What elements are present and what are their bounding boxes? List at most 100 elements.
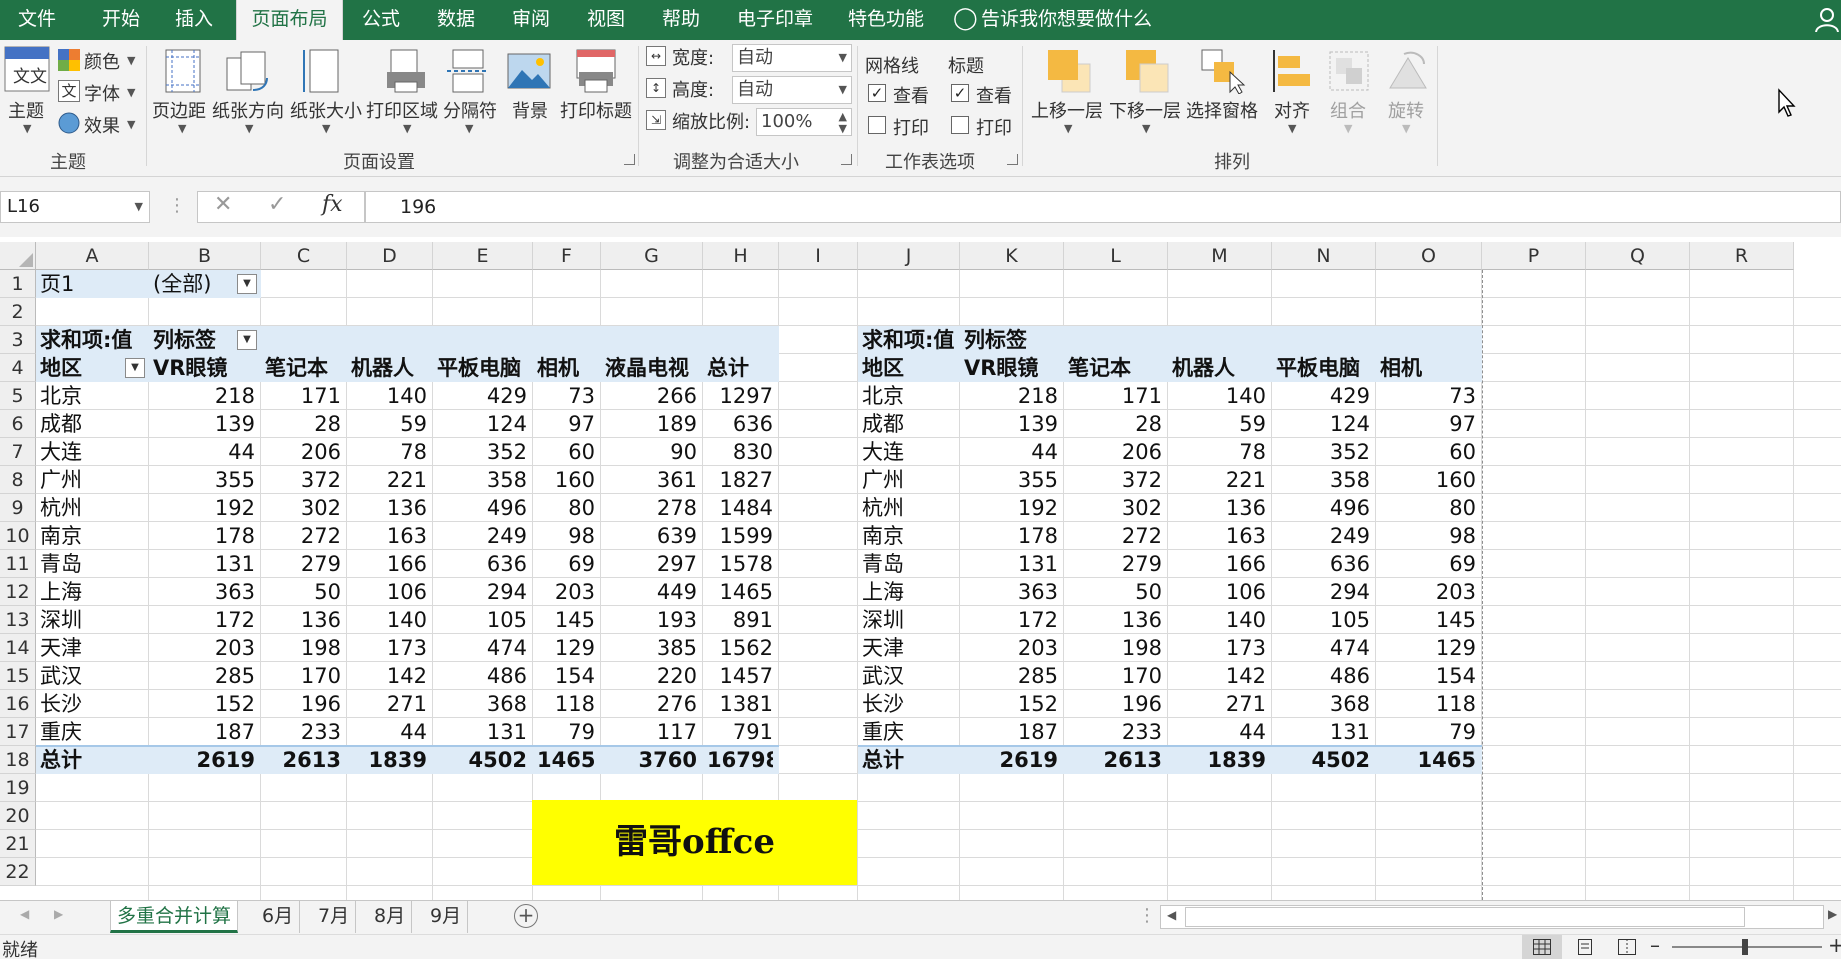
- headings-print-checkbox[interactable]: [951, 116, 969, 134]
- pivot2-value-cell[interactable]: 139: [964, 410, 1058, 438]
- pivot1-value-cell[interactable]: 496: [437, 494, 527, 522]
- pivot2-value-cell[interactable]: 218: [964, 382, 1058, 410]
- row-header-15[interactable]: 15: [0, 662, 36, 690]
- pivot1-region-cell[interactable]: 杭州: [40, 494, 143, 522]
- pivot1-value-cell[interactable]: 279: [265, 550, 341, 578]
- pivot1-value-cell[interactable]: 1484: [707, 494, 773, 522]
- pivot2-value-cell[interactable]: 363: [964, 578, 1058, 606]
- pivot1-total-cell[interactable]: 16798: [707, 746, 773, 774]
- pivot1-value-cell[interactable]: 278: [605, 494, 697, 522]
- pivot2-value-cell[interactable]: 355: [964, 466, 1058, 494]
- pivot2-value-cell[interactable]: 358: [1276, 466, 1370, 494]
- row-header-4[interactable]: 4: [0, 354, 36, 382]
- pivot1-value-cell[interactable]: 178: [153, 522, 255, 550]
- pivot1-value-cell[interactable]: 124: [437, 410, 527, 438]
- name-box[interactable]: L16 ▼: [0, 191, 150, 223]
- row-header-14[interactable]: 14: [0, 634, 36, 662]
- print-area-button[interactable]: 打印区域: [366, 97, 438, 123]
- normal-view-button[interactable]: [1522, 935, 1562, 959]
- pivot2-total-cell[interactable]: 1839: [1172, 746, 1266, 774]
- pivot2-region-cell[interactable]: 天津: [862, 634, 954, 662]
- column-header-i[interactable]: I: [779, 242, 858, 270]
- pivot1-value-cell[interactable]: 44: [351, 718, 427, 746]
- pivot1-region-cell[interactable]: 长沙: [40, 690, 143, 718]
- pivot1-value-cell[interactable]: 78: [351, 438, 427, 466]
- pivot1-value-cell[interactable]: 69: [537, 550, 595, 578]
- pivot1-value-cell[interactable]: 60: [537, 438, 595, 466]
- breaks-button[interactable]: 分隔符: [443, 97, 497, 123]
- pivot2-value-cell[interactable]: 272: [1068, 522, 1162, 550]
- pivot1-column-header[interactable]: 总计: [707, 354, 773, 382]
- pivot1-value-cell[interactable]: 271: [351, 690, 427, 718]
- pivot2-total-cell[interactable]: 2613: [1068, 746, 1162, 774]
- tab-insert[interactable]: 插入: [175, 0, 213, 40]
- pivot1-value-cell[interactable]: 136: [265, 606, 341, 634]
- row-header-6[interactable]: 6: [0, 410, 36, 438]
- pivot2-value-cell[interactable]: 206: [1068, 438, 1162, 466]
- tab-help[interactable]: 帮助: [662, 0, 700, 40]
- pivot1-value-cell[interactable]: 266: [605, 382, 697, 410]
- pivot2-region-cell[interactable]: 青岛: [862, 550, 954, 578]
- zoom-out-icon[interactable]: –: [1650, 933, 1660, 957]
- pivot2-column-header[interactable]: 相机: [1380, 354, 1476, 382]
- pivot1-column-header[interactable]: 液晶电视: [605, 354, 697, 382]
- tab-page-layout[interactable]: 页面布局: [236, 0, 343, 40]
- tab-data[interactable]: 数据: [437, 0, 475, 40]
- pivot2-value-cell[interactable]: 279: [1068, 550, 1162, 578]
- pivot2-region-cell[interactable]: 南京: [862, 522, 954, 550]
- pivot2-value-cell[interactable]: 78: [1172, 438, 1266, 466]
- pivot2-value-cell[interactable]: 140: [1172, 382, 1266, 410]
- insert-function-icon[interactable]: fx: [322, 192, 343, 217]
- pivot1-value-cell[interactable]: 139: [153, 410, 255, 438]
- pivot1-value-cell[interactable]: 206: [265, 438, 341, 466]
- row-header-10[interactable]: 10: [0, 522, 36, 550]
- pivot1-value-cell[interactable]: 1599: [707, 522, 773, 550]
- gridlines-print-checkbox[interactable]: [868, 116, 886, 134]
- column-header-r[interactable]: R: [1690, 242, 1794, 270]
- column-header-n[interactable]: N: [1272, 242, 1376, 270]
- pivot2-column-labels[interactable]: 列标签: [964, 326, 1058, 354]
- effects-button[interactable]: 效果: [84, 112, 120, 138]
- pivot2-total-cell[interactable]: 2619: [964, 746, 1058, 774]
- column-header-h[interactable]: H: [703, 242, 779, 270]
- pivot1-value-cell[interactable]: 385: [605, 634, 697, 662]
- pivot1-value-cell[interactable]: 28: [265, 410, 341, 438]
- sheet-tab-multi-consolidate[interactable]: 多重合并计算: [110, 901, 239, 933]
- tell-me-search[interactable]: 告诉我你想要做什么: [981, 0, 1152, 40]
- row-header-2[interactable]: 2: [0, 298, 36, 326]
- pivot1-value-cell[interactable]: 79: [537, 718, 595, 746]
- pivot1-total-cell[interactable]: 3760: [605, 746, 697, 774]
- scroll-left-arrow-icon[interactable]: ◀: [1167, 908, 1176, 922]
- pivot1-value-cell[interactable]: 891: [707, 606, 773, 634]
- scroll-right-arrow-icon[interactable]: ▶: [1828, 907, 1837, 921]
- column-header-p[interactable]: P: [1482, 242, 1586, 270]
- pivot2-region-cell[interactable]: 长沙: [862, 690, 954, 718]
- pivot1-value-cell[interactable]: 98: [537, 522, 595, 550]
- pivot1-column-filter-icon[interactable]: ▼: [237, 330, 257, 350]
- pivot2-value-cell[interactable]: 172: [964, 606, 1058, 634]
- pivot2-value-cell[interactable]: 171: [1068, 382, 1162, 410]
- pivot2-value-cell[interactable]: 50: [1068, 578, 1162, 606]
- row-header-12[interactable]: 12: [0, 578, 36, 606]
- row-header-7[interactable]: 7: [0, 438, 36, 466]
- sheet-tab-september[interactable]: 9月: [424, 901, 469, 933]
- pivot2-value-cell[interactable]: 178: [964, 522, 1058, 550]
- pivot2-values-label[interactable]: 求和项:值: [862, 326, 972, 354]
- pivot2-value-cell[interactable]: 131: [964, 550, 1058, 578]
- pivot2-value-cell[interactable]: 352: [1276, 438, 1370, 466]
- pivot1-value-cell[interactable]: 152: [153, 690, 255, 718]
- pivot1-region-cell[interactable]: 深圳: [40, 606, 143, 634]
- pivot1-value-cell[interactable]: 218: [153, 382, 255, 410]
- row-header-20[interactable]: 20: [0, 802, 36, 830]
- orientation-button[interactable]: 纸张方向: [212, 97, 284, 123]
- pivot2-value-cell[interactable]: 160: [1380, 466, 1476, 494]
- pivot1-total-cell[interactable]: 2613: [265, 746, 341, 774]
- pivot1-value-cell[interactable]: 1562: [707, 634, 773, 662]
- width-select[interactable]: 自动 ▼: [732, 44, 852, 72]
- pivot1-region-cell[interactable]: 天津: [40, 634, 143, 662]
- pivot1-value-cell[interactable]: 73: [537, 382, 595, 410]
- worksheet-grid[interactable]: ABCDEFGHIJKLMNOPQR 1 2 3 4 5 6 7 8 9 10 11 12 13 14 15…: [0, 242, 1841, 900]
- row-header-19[interactable]: 19: [0, 774, 36, 802]
- pivot1-value-cell[interactable]: 1381: [707, 690, 773, 718]
- pivot1-value-cell[interactable]: 355: [153, 466, 255, 494]
